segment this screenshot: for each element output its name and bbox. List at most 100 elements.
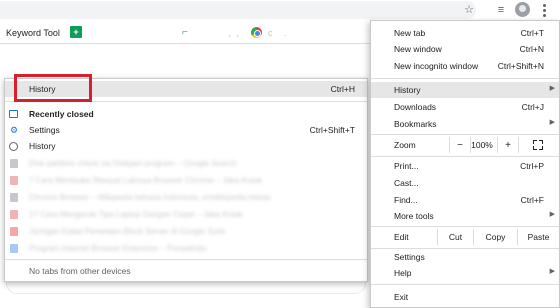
menu-new-incognito-label: New incognito window	[394, 61, 479, 71]
menu-print-label: Print...	[394, 161, 419, 171]
recent-settings-item[interactable]: ⚙ Settings Ctrl+Shift+T	[5, 122, 367, 138]
menu-print[interactable]: Print... Ctrl+P	[371, 158, 559, 174]
recent-page-item[interactable]: Jaringan Kabel Pemetaan Block Server di …	[5, 224, 367, 240]
edit-label: Edit	[394, 232, 409, 242]
chrome-logo-icon[interactable]	[251, 27, 262, 38]
recent-page-title: 7 Cara Membuka Riwayat Lainnya Browser C…	[29, 176, 262, 185]
zoom-in-button[interactable]: +	[497, 137, 519, 153]
menu-exit-label: Exit	[394, 292, 409, 302]
recent-page-title: Disk partition check via Diskpart progra…	[29, 159, 237, 168]
recently-closed-label: Recently closed	[29, 109, 94, 119]
menu-help[interactable]: Help ▶	[371, 265, 559, 281]
menu-history-label: History	[394, 85, 421, 95]
highlight-box-submenu-history	[14, 74, 92, 102]
menu-new-incognito-shortcut: Ctrl+Shift+N	[497, 61, 544, 71]
zoom-level: 100%	[471, 140, 493, 150]
menu-find-label: Find...	[394, 195, 418, 205]
recent-settings-label: Settings	[29, 125, 60, 135]
kebab-menu-icon[interactable]	[538, 2, 550, 18]
menu-new-window-shortcut: Ctrl+N	[519, 44, 544, 54]
bookmark-keyword-tool[interactable]: Keyword Tool	[6, 26, 60, 39]
address-bar[interactable]	[0, 1, 476, 19]
recent-page-title: Jaringan Kabel Pemetaan Block Server di …	[29, 227, 226, 236]
favicon-icon	[10, 244, 18, 253]
recent-history-label: History	[29, 141, 56, 151]
submenu-arrow-icon: ▶	[549, 119, 555, 126]
recent-page-item[interactable]: Disk partition check via Diskpart progra…	[5, 156, 367, 172]
recent-page-title: 17 Cara Mengecek Tipe Laptop Dengan Cepa…	[29, 210, 243, 219]
menu-help-label: Help	[394, 268, 412, 278]
recent-page-item[interactable]: Program Internet Browser Extension – Pon…	[5, 241, 367, 257]
menu-separator	[371, 226, 559, 227]
cut-button[interactable]: Cut	[437, 229, 473, 245]
bookmark-c[interactable]: c	[268, 26, 273, 39]
favicon-icon	[10, 210, 18, 219]
favicon-icon	[10, 193, 18, 202]
menu-new-tab[interactable]: New tab Ctrl+T	[371, 25, 559, 41]
gear-icon: ⚙	[9, 124, 19, 135]
submenu-arrow-icon: ▶	[549, 85, 555, 92]
copy-button[interactable]: Copy	[473, 229, 517, 245]
star-icon[interactable]: ☆	[462, 3, 476, 17]
tab-icon	[9, 110, 18, 118]
menu-downloads-label: Downloads	[394, 102, 437, 112]
menu-downloads-shortcut: Ctrl+J	[521, 102, 544, 112]
menu-separator	[371, 156, 559, 157]
menu-settings-label: Settings	[394, 252, 425, 262]
recent-settings-shortcut: Ctrl+Shift+T	[309, 125, 355, 135]
menu-edit-row: Edit Cut Copy Paste	[371, 228, 559, 246]
zoom-out-button[interactable]: −	[449, 137, 471, 153]
history-clock-icon	[9, 142, 18, 151]
favicon-icon	[10, 159, 18, 168]
favicon-icon	[10, 227, 18, 236]
recently-closed-heading: Recently closed	[5, 106, 367, 122]
menu-new-tab-label: New tab	[394, 28, 426, 38]
media-queue-icon[interactable]: ≡	[494, 3, 508, 17]
no-tabs-label: No tabs from other devices	[29, 266, 131, 276]
menu-new-incognito[interactable]: New incognito window Ctrl+Shift+N	[371, 58, 559, 74]
menu-separator	[371, 78, 559, 79]
menu-bookmarks[interactable]: Bookmarks ▶	[371, 116, 559, 132]
bookmark-green-icon[interactable]: ⌐	[182, 26, 188, 39]
fullscreen-icon[interactable]	[533, 140, 543, 150]
recent-page-item[interactable]: 17 Cara Mengecek Tipe Laptop Dengan Cepa…	[5, 207, 367, 223]
submenu-arrow-icon: ▶	[549, 268, 555, 275]
menu-more-tools-label: More tools	[394, 211, 434, 221]
menu-more-tools[interactable]: More tools ▶	[371, 208, 559, 224]
divider	[5, 259, 367, 260]
avatar[interactable]	[515, 2, 530, 17]
bookmark-faint-2[interactable]: ,	[236, 26, 239, 39]
recent-page-title: Program Internet Browser Extension – Pon…	[29, 244, 207, 253]
menu-find-shortcut: Ctrl+F	[520, 195, 544, 205]
bookmark-faint-1[interactable]: ,	[228, 26, 231, 39]
menu-new-tab-shortcut: Ctrl+T	[520, 28, 544, 38]
paste-button[interactable]: Paste	[517, 229, 559, 245]
menu-new-window-label: New window	[394, 44, 442, 54]
menu-downloads[interactable]: Downloads Ctrl+J	[371, 99, 559, 115]
sheets-icon[interactable]: +	[70, 26, 82, 38]
browser-toolbar: ☆ ≡	[0, 0, 560, 20]
chrome-main-menu: New tab Ctrl+T New window Ctrl+N New inc…	[370, 20, 560, 308]
menu-cast[interactable]: Cast...	[371, 175, 559, 191]
submenu-history-shortcut: Ctrl+H	[330, 84, 355, 94]
menu-bookmarks-label: Bookmarks	[394, 119, 437, 129]
recent-page-item[interactable]: 7 Cara Membuka Riwayat Lainnya Browser C…	[5, 173, 367, 189]
submenu-arrow-icon: ▶	[549, 211, 555, 218]
menu-find[interactable]: Find... Ctrl+F	[371, 192, 559, 208]
menu-cast-label: Cast...	[394, 178, 419, 188]
menu-separator	[371, 134, 559, 135]
menu-separator	[371, 284, 559, 285]
menu-settings[interactable]: Settings	[371, 249, 559, 265]
no-tabs-message: No tabs from other devices	[5, 263, 367, 279]
favicon-icon	[10, 176, 18, 185]
history-submenu: History Ctrl+H Recently closed ⚙ Setting…	[4, 78, 368, 282]
menu-exit[interactable]: Exit	[371, 289, 559, 305]
menu-zoom-row: Zoom − 100% +	[371, 136, 559, 154]
recent-page-item[interactable]: Chrome Browser – Wikipedia bahasa Indone…	[5, 190, 367, 206]
menu-new-window[interactable]: New window Ctrl+N	[371, 41, 559, 57]
recent-page-title: Chrome Browser – Wikipedia bahasa Indone…	[29, 193, 271, 202]
menu-print-shortcut: Ctrl+P	[520, 161, 544, 171]
recent-history-item[interactable]: History	[5, 138, 367, 154]
menu-history[interactable]: History ▶	[371, 82, 559, 98]
bookmark-faint-3[interactable]: .	[284, 26, 287, 39]
